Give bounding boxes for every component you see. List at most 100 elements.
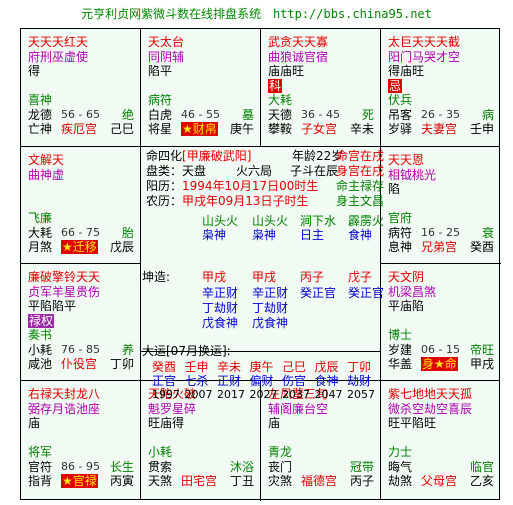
- shishen: 日主: [300, 228, 325, 242]
- palace-stage: 死: [361, 107, 374, 122]
- palace-ganzhi: 丁卯: [109, 357, 134, 371]
- palace-8[interactable]: 右禄天封龙八 弼存月诰池座庙将军 官符 86 - 95 长生 指背 ★官禄 丙寅: [21, 381, 139, 497]
- ju: 火六局: [236, 164, 273, 178]
- pillar-ganzhi: 丙子: [300, 270, 325, 284]
- canggan: 癸正官: [348, 286, 385, 300]
- dayun-year: 1997: [152, 388, 180, 401]
- palace-stars: 天太台: [148, 35, 185, 49]
- palace-star-a: 大耗: [28, 225, 53, 240]
- palace-star-b: 岁驿: [388, 122, 413, 136]
- ming-zhu: 命主禄存: [336, 179, 385, 193]
- palace-stage: 衰: [481, 225, 494, 240]
- palace-brightness: 庙: [268, 416, 281, 430]
- dayun-shishen: 七杀: [184, 374, 209, 388]
- dayun-ganzhi: 癸酉: [152, 360, 177, 374]
- solar-label: 阳历：: [146, 179, 183, 193]
- palace-brightness: 平庙陷: [388, 299, 425, 313]
- palace-3[interactable]: 太巨天天天截 阳门马哭才空 得庙旺忌伏兵 吊客 26 - 35 病岁驿 夫妻宫 壬申: [381, 29, 499, 145]
- dayun-ganzhi: 壬申: [184, 360, 209, 374]
- palace-star-b: 指背: [28, 474, 53, 488]
- palace-stars: 天天恩: [388, 153, 425, 167]
- palace-stars: 阳门马哭才空: [388, 49, 461, 64]
- sihua-badge: 科: [268, 78, 283, 93]
- palace-stars: 天天天红天: [28, 35, 89, 49]
- palace-name: 田宅宫: [181, 474, 218, 488]
- palace-2[interactable]: 武贪天天寡 曲狼诚官宿 庙庙旺科大耗 天德 36 - 45 死攀鞍 子女宫 辛未: [261, 29, 379, 145]
- center-panel: 命四化[甲廉破武阳] 年龄22岁 命宫在戌 盘类：天盘 火六局 子斗在辰 身宫在…: [140, 146, 384, 401]
- zidou: 子斗在辰: [290, 164, 339, 178]
- palace-ganzhi: 甲戌: [469, 357, 494, 371]
- palace-brightness: 旺平陷旺: [388, 416, 437, 430]
- site-url[interactable]: http://bbs.china95.net: [273, 7, 432, 21]
- palace-stage: 临官: [469, 459, 494, 474]
- palace-7[interactable]: 天文阴 机梁昌煞 平庙陷 博士 岁建 06 - 15 帝旺 华盖 身★命 甲戌: [381, 264, 499, 380]
- dayun-ganzhi: 辛未: [217, 360, 242, 374]
- sihua-value: [甲廉破武阳]: [182, 149, 252, 163]
- palace-11[interactable]: 紫七地地天天孤 微杀空劫空喜辰 旺平陷旺 力士 晦气 临官 劫煞 父母宫 乙亥: [381, 381, 499, 497]
- palace-brightness: 庙: [28, 416, 41, 430]
- dayun-ganzhi: 己巳: [282, 360, 307, 374]
- lunar-date: 甲戌年09月13日子时生: [182, 194, 309, 208]
- palace-stars: 辅阁廉台空: [268, 401, 329, 416]
- palace-6[interactable]: 廉破擎铃天天 贞军羊星贵伤 平陷陷平 禄权 奏书 小耗 76 - 85 养咸池 仆役宫 丁卯: [21, 264, 139, 380]
- palace-1[interactable]: 天太台 同阴辅 陷平 病符 白虎 46 - 55 墓将星 ★财帛 庚午: [141, 29, 259, 145]
- palace-ganzhi: 丁丑: [229, 474, 254, 488]
- palace-brightness: 陷平: [148, 64, 173, 78]
- shen-gong: 身宫在戌: [336, 164, 385, 178]
- nayin: 霹雳火: [348, 214, 385, 228]
- palace-stage: 长生: [109, 459, 134, 474]
- palace-4[interactable]: 文解天 曲神虚 飞廉 大耗 66 - 75 胎月煞 ★迁移 戊辰: [21, 147, 139, 263]
- kun-label: 坤造:: [142, 270, 171, 284]
- palace-star-b: 灾煞: [268, 474, 293, 488]
- pillar-ganzhi: 甲戌: [202, 270, 227, 284]
- palace-stars: 天文阴: [388, 270, 425, 284]
- palace-range: 56 - 65: [61, 107, 100, 121]
- palace-range: 16 - 25: [421, 225, 460, 239]
- palace-star-b: 将星: [148, 122, 173, 136]
- palace-stars: 机梁昌煞: [388, 284, 437, 299]
- palace-god: 将军: [28, 445, 53, 459]
- palace-stars: 太巨天天天截: [388, 35, 461, 49]
- palace-stars: 贞军羊星贵伤: [28, 284, 101, 299]
- palace-ganzhi: 癸酉: [469, 240, 494, 254]
- ming-gong: 命宫在戌: [336, 149, 385, 163]
- palace-god: 官府: [388, 211, 413, 225]
- palace-star-a: 岁建: [388, 342, 413, 357]
- shishen: 食神: [348, 228, 373, 242]
- canggan: 丁劫财: [252, 301, 289, 315]
- pillar-ganzhi: 戊子: [348, 270, 373, 284]
- palace-god: 病符: [148, 93, 173, 107]
- palace-star-a: 龙德: [28, 107, 53, 122]
- palace-name: 夫妻宫: [421, 122, 458, 136]
- palace-stars: 府刑巫虚使: [28, 49, 89, 64]
- lunar-label: 农历：: [146, 194, 183, 208]
- dayun-shishen: 劫财: [347, 374, 372, 388]
- dayun-shishen: 正财: [217, 374, 242, 388]
- palace-name: ★迁移: [61, 240, 98, 254]
- palace-star-a: 天德: [268, 107, 293, 122]
- palace-brightness: 平陷陷平: [28, 299, 77, 313]
- sihua-badge: 忌: [388, 78, 403, 93]
- palace-stars: 同阴辅: [148, 49, 185, 64]
- dayun-shishen: 伤官: [282, 374, 307, 388]
- palace-5[interactable]: 天天恩 相钺桃光陷官府 病符 16 - 25 衰息神 兄弟宫 癸酉: [381, 147, 499, 263]
- palace-range: 46 - 55: [181, 107, 220, 121]
- canggan: 丁劫财: [202, 301, 239, 315]
- palace-god: 博士: [388, 328, 413, 342]
- palace-0[interactable]: 天天天红天 府刑巫虚使得喜神 龙德 56 - 65 绝亡神 疾厄宫 己巳: [21, 29, 139, 145]
- palace-ganzhi: 丙寅: [109, 474, 134, 488]
- palace-ganzhi: 己巳: [109, 122, 134, 136]
- palace-ganzhi: 丙子: [349, 474, 374, 488]
- palace-stars: 廉破擎铃天天: [28, 270, 101, 284]
- palace-star-b: 攀鞍: [268, 122, 293, 136]
- palace-god: 奏书: [28, 328, 53, 342]
- shishen: 枭神: [252, 228, 277, 242]
- palace-star-a: 吊客: [388, 107, 413, 122]
- shishen: 枭神: [202, 228, 227, 242]
- palace-name: 身★命: [421, 357, 458, 371]
- palace-god: 青龙: [268, 445, 293, 459]
- palace-star-a: 晦气: [388, 459, 413, 474]
- dayun-ganzhi: 戊辰: [314, 360, 339, 374]
- palace-name: 仆役宫: [61, 357, 98, 371]
- dayun-year: 2007: [184, 388, 213, 401]
